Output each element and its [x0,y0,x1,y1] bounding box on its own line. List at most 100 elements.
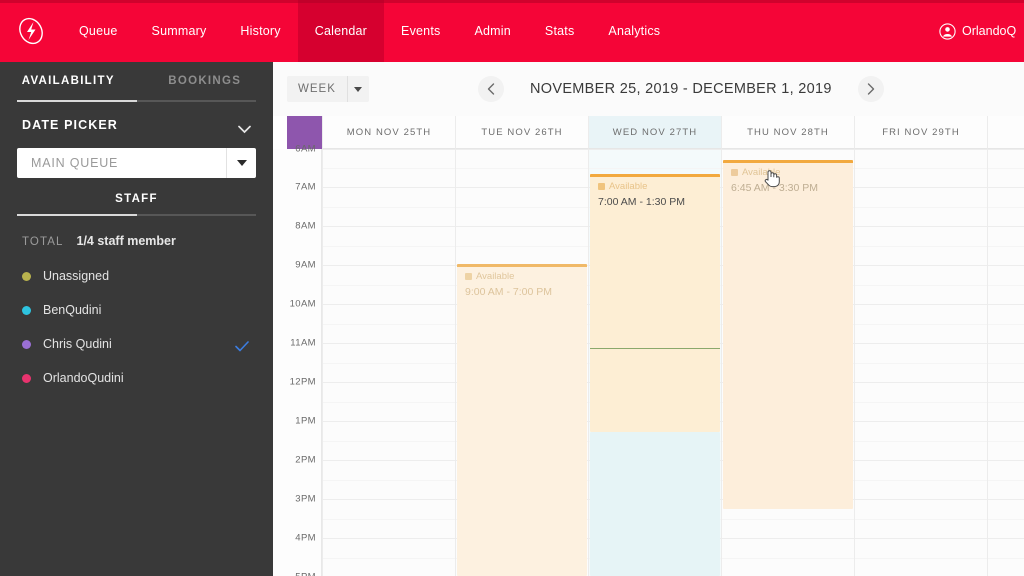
nav-label: Admin [474,24,511,38]
event-time-label: 6:45 AM - 3:30 PM [731,182,818,194]
event-title-label: Available [476,271,515,282]
event-body: Available 6:45 AM - 3:30 PM [723,160,853,194]
top-navigation-bar: Queue Summary History Calendar Events Ad… [0,0,1024,62]
underline-active [17,100,137,102]
day-header-label: FRI NOV 29TH [882,126,960,138]
prev-week-button[interactable] [478,76,504,102]
availability-event-wed[interactable]: Available 7:00 AM - 1:30 PM [590,174,720,432]
nav-label: History [240,24,281,38]
staff-total-value: 1/4 staff member [76,234,176,248]
event-accent-bar [590,174,720,177]
calendar-panel: WEEK NOVEMBER 25, 2019 - DECEMBER 1, 201… [273,62,1024,576]
time-label: 10AM [289,298,316,310]
day-column-sat[interactable] [987,149,1024,576]
nav-label: Queue [79,24,118,38]
day-column-fri[interactable] [854,149,987,576]
date-picker-toggle[interactable]: DATE PICKER [0,102,273,146]
nav-label: Summary [151,24,207,38]
event-time-label: 9:00 AM - 7:00 PM [465,286,552,298]
nav-item-queue[interactable]: Queue [62,0,135,62]
day-header-label: WED NOV 27TH [612,126,698,138]
time-label: 12PM [289,376,316,388]
day-header-label: THU NOV 28TH [747,126,829,138]
time-label: 3PM [295,493,316,505]
app-root: Queue Summary History Calendar Events Ad… [0,0,1024,576]
event-title: Available [731,167,845,178]
sidebar-tab-label: AVAILABILITY [21,75,115,87]
time-label: 5PM [295,572,316,576]
nav-item-admin[interactable]: Admin [457,0,527,62]
event-accent-bar [723,160,853,163]
nav-item-history[interactable]: History [223,0,297,62]
day-header-tue[interactable]: TUE NOV 26TH [455,116,588,149]
time-label: 1PM [295,415,316,427]
day-header-thu[interactable]: THU NOV 28TH [721,116,854,149]
staff-name-label: BenQudini [43,303,102,317]
time-label: 2PM [295,454,316,466]
nav-items: Queue Summary History Calendar Events Ad… [62,0,677,62]
time-label: 8AM [295,220,316,232]
calendar-toolbar: WEEK NOVEMBER 25, 2019 - DECEMBER 1, 201… [273,62,1024,116]
day-header-sat[interactable] [987,116,1024,149]
availability-event-thu[interactable]: Available 6:45 AM - 3:30 PM [723,160,853,509]
sidebar-tab-bookings[interactable]: BOOKINGS [137,62,274,100]
user-name-label: OrlandoQ [962,24,1017,38]
event-title-label: Available [742,167,781,178]
time-axis-column: 6AM 7AM 8AM 9AM 10AM 11AM 12PM 1PM 2PM 3… [273,144,322,576]
staff-section-header: STAFF [115,193,158,205]
time-label: 4PM [295,532,316,544]
vertical-scrollbar[interactable] [1020,149,1024,576]
nav-item-summary[interactable]: Summary [135,0,224,62]
date-picker-label: DATE PICKER [22,118,118,132]
sidebar: AVAILABILITY BOOKINGS DATE PICKER MAIN Q… [0,62,273,576]
event-title: Available [465,271,579,282]
wed-afternoon-block [590,432,720,576]
date-range-title: NOVEMBER 25, 2019 - DECEMBER 1, 2019 [530,81,832,97]
date-range-navigator: NOVEMBER 25, 2019 - DECEMBER 1, 2019 [478,62,1024,116]
availability-event-tue[interactable]: Available 9:00 AM - 7:00 PM [457,264,587,576]
event-color-square [731,169,738,176]
nav-label: Stats [544,24,575,38]
event-color-square [598,183,605,190]
staff-name-label: OrlandoQudini [43,371,124,385]
queue-select[interactable]: MAIN QUEUE [17,148,256,178]
event-accent-bar [457,264,587,267]
view-mode-button[interactable]: WEEK [287,76,369,102]
staff-item-chris-qudini[interactable]: Chris Qudini [0,327,273,361]
day-header-wed[interactable]: WED NOV 27TH [588,116,721,149]
underline-inactive [136,214,256,216]
user-menu[interactable]: OrlandoQ [939,0,1024,62]
dropdown-caret-icon[interactable] [226,148,256,178]
nav-item-calendar[interactable]: Calendar [297,0,385,62]
staff-item-benqudini[interactable]: BenQudini [0,293,273,327]
day-header-mon[interactable]: MON NOV 25TH [322,116,455,149]
nav-item-stats[interactable]: Stats [528,0,592,62]
staff-name-label: Chris Qudini [43,337,112,351]
event-body: Available 7:00 AM - 1:30 PM [590,174,720,208]
staff-item-orlandoqudini[interactable]: OrlandoQudini [0,361,273,395]
sidebar-tab-underline [17,100,256,102]
event-title-label: Available [609,181,648,192]
staff-color-dot [22,305,31,315]
dropdown-caret-icon[interactable] [346,76,369,102]
time-label: 9AM [295,259,316,271]
staff-underline [17,214,256,216]
nav-item-analytics[interactable]: Analytics [591,0,677,62]
day-column-mon[interactable] [322,149,455,576]
staff-total-row: TOTAL 1/4 staff member [0,216,273,248]
sidebar-tab-availability[interactable]: AVAILABILITY [0,62,137,100]
event-color-square [465,273,472,280]
staff-color-dot [22,339,31,349]
qudini-bolt-logo-icon[interactable] [0,0,62,62]
underline-inactive [136,100,256,102]
user-avatar-icon [939,22,956,40]
nav-label: Calendar [314,24,368,38]
day-header-fri[interactable]: FRI NOV 29TH [854,116,987,149]
nav-label: Analytics [608,24,661,38]
sidebar-tabs: AVAILABILITY BOOKINGS [0,62,273,100]
staff-list: Unassigned BenQudini Chris Qudini Orland… [0,248,273,395]
nav-item-events[interactable]: Events [384,0,457,62]
staff-item-unassigned[interactable]: Unassigned [0,259,273,293]
next-week-button[interactable] [857,76,884,102]
queue-select-value: MAIN QUEUE [31,156,119,170]
